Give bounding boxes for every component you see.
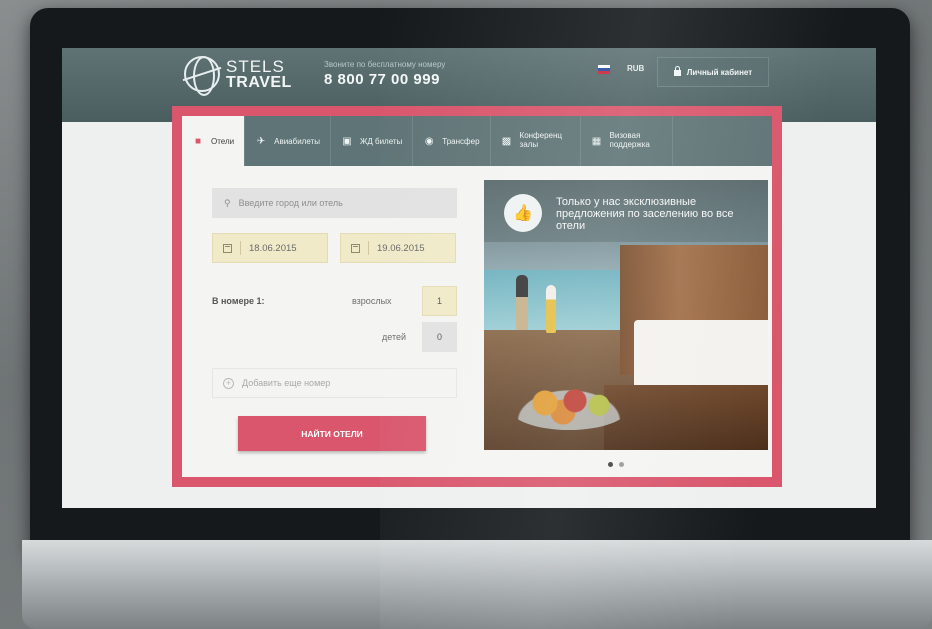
tab-transfer[interactable]: ◉ Трансфер	[413, 116, 491, 166]
plane-icon: ✈	[256, 135, 266, 147]
slider-dot[interactable]	[608, 462, 613, 467]
kids-count[interactable]: 0	[422, 322, 457, 352]
adults-count[interactable]: 1	[422, 286, 457, 316]
promo-text: Только у нас эксклюзивные предложения по…	[556, 196, 734, 233]
tab-label: Визовая поддержка	[609, 131, 650, 149]
monitor-chin	[22, 540, 932, 629]
logo-line2: TRAVEL	[226, 73, 292, 91]
room-label: В номере 1:	[212, 296, 265, 306]
add-room-button[interactable]: + Добавить еще номер	[212, 368, 457, 398]
lock-icon	[673, 66, 681, 76]
cabinet-label: Личный кабинет	[686, 67, 753, 77]
passport-icon: ▦	[591, 135, 602, 147]
tab-conference[interactable]: ▩ Конференц залы	[491, 116, 581, 166]
kids-label: детей	[382, 332, 407, 342]
photo-fruit-bowl	[509, 385, 629, 430]
tab-visa[interactable]: ▦ Визовая поддержка	[581, 116, 673, 166]
checkout-date-field[interactable]: 19.06.2015	[340, 233, 456, 263]
tab-label: ЖД билеты	[359, 136, 403, 146]
checkout-date: 19.06.2015	[377, 242, 425, 254]
photo-person	[546, 285, 556, 333]
phone-number[interactable]: 8 800 77 00 999	[324, 71, 445, 88]
calendar-icon	[223, 243, 232, 253]
find-hotels-button[interactable]: НАЙТИ ОТЕЛИ	[238, 416, 426, 451]
tab-label: Авиабилеты	[274, 136, 320, 146]
calendar-icon	[351, 243, 360, 253]
screen-icon: ▩	[501, 135, 512, 147]
russia-flag-icon[interactable]	[598, 65, 610, 74]
photo-bed	[634, 320, 768, 385]
tab-hotels[interactable]: ■ Отели	[182, 116, 246, 166]
logo-text: STELS TRAVEL	[226, 58, 292, 91]
checkin-date-field[interactable]: 18.06.2015	[212, 233, 328, 263]
photo-floor	[604, 385, 768, 450]
add-room-label: Добавить еще номер	[242, 378, 331, 388]
checkin-date: 18.06.2015	[249, 242, 297, 254]
tab-train[interactable]: ▣ ЖД билеты	[331, 116, 414, 166]
logo-line1: STELS	[226, 56, 285, 76]
globe-icon: ◉	[424, 135, 434, 147]
train-icon: ▣	[342, 135, 352, 147]
phone-caption: Звоните по бесплатному номеру	[324, 60, 446, 69]
search-icon: ⚲	[224, 197, 231, 208]
thumbs-up-icon: 👍	[504, 194, 542, 232]
city-hotel-search[interactable]: ⚲	[212, 188, 457, 218]
tab-label: Конференц залы	[519, 131, 562, 149]
search-input[interactable]	[238, 198, 439, 208]
tab-label: Трансфер	[442, 136, 480, 146]
booking-panel: ■ Отели ✈ Авиабилеты ▣ ЖД билеты ◉ Транс…	[182, 116, 772, 477]
booking-frame: ■ Отели ✈ Авиабилеты ▣ ЖД билеты ◉ Транс…	[172, 106, 782, 487]
promo-slide[interactable]: 👍 Только у нас эксклюзивные предложения …	[484, 180, 768, 450]
logo[interactable]: STELS TRAVEL	[184, 56, 292, 96]
website-screen: STELS TRAVEL Звоните по бесплатному номе…	[62, 48, 876, 508]
divider	[240, 241, 241, 255]
globe-logo-icon	[184, 56, 220, 96]
personal-cabinet-button[interactable]: Личный кабинет	[657, 57, 769, 87]
plus-circle-icon: +	[223, 377, 234, 389]
phone-block: Звоните по бесплатному номеру 8 800 77 0…	[324, 60, 445, 88]
bed-icon: ■	[194, 135, 202, 147]
service-tabs: ■ Отели ✈ Авиабилеты ▣ ЖД билеты ◉ Транс…	[182, 116, 772, 166]
slider-dots	[608, 462, 624, 467]
slider-dot[interactable]	[619, 462, 624, 467]
divider	[368, 241, 369, 255]
tab-flights[interactable]: ✈ Авиабилеты	[245, 116, 331, 166]
currency-selector[interactable]: RUB	[627, 64, 644, 73]
adults-label: взрослых	[352, 296, 392, 306]
photo-person	[516, 275, 528, 330]
tab-label: Отели	[211, 136, 235, 146]
